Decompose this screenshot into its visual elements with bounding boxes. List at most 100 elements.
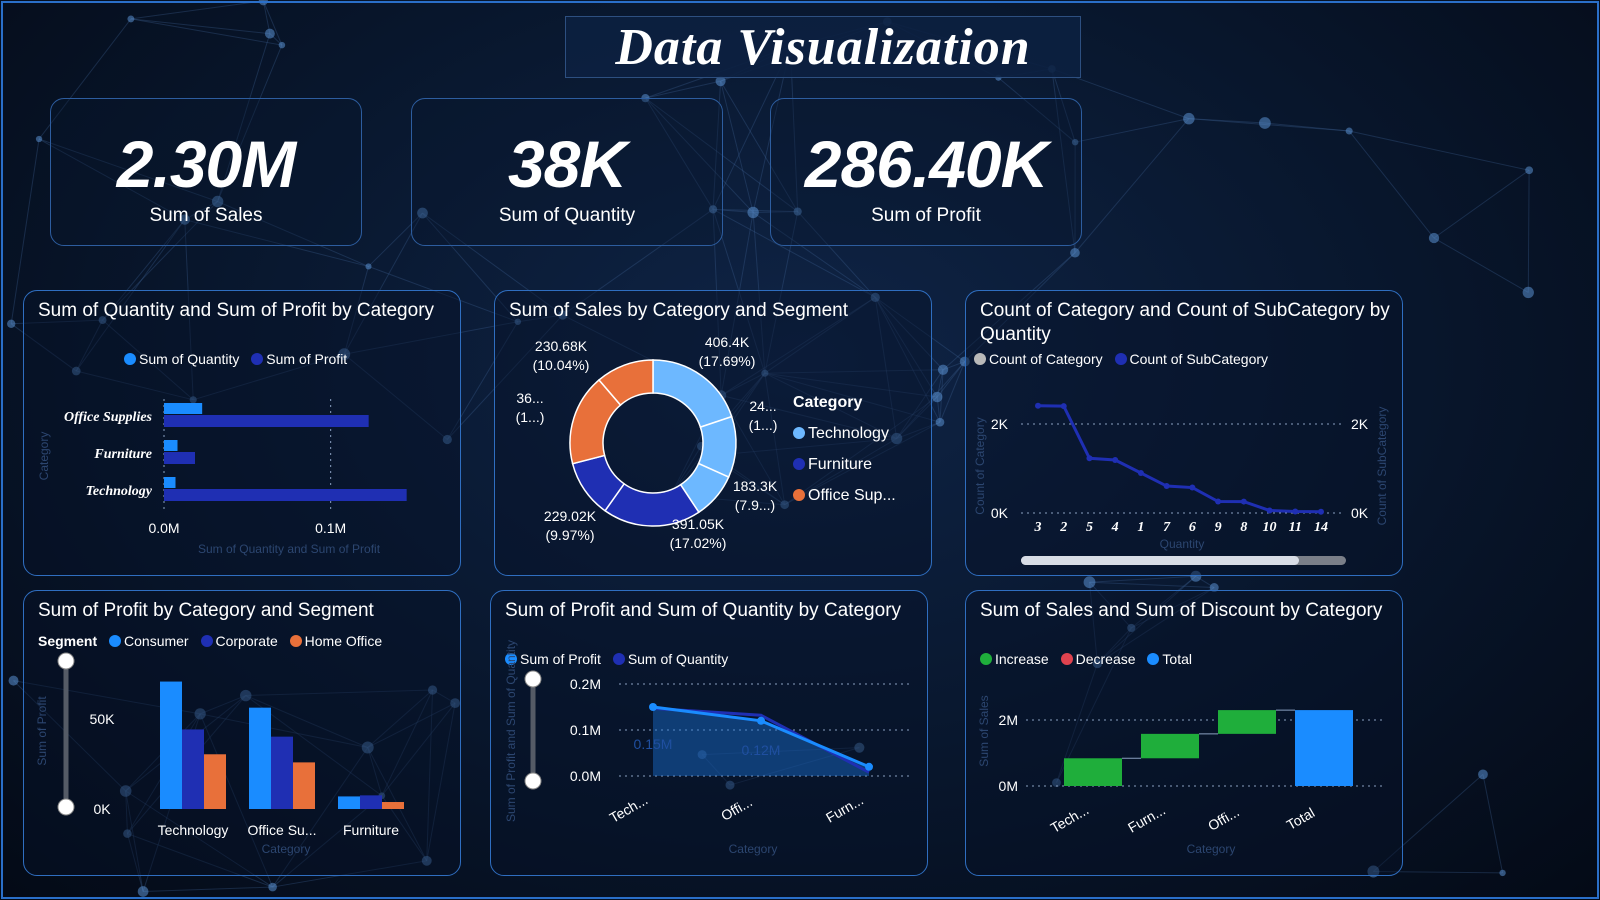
data-label: 0.15M: [634, 736, 673, 752]
network-node: [35, 135, 43, 143]
data-point: [1060, 403, 1067, 410]
x-tick-label: 14: [1314, 520, 1328, 535]
data-point: [1240, 498, 1247, 505]
network-node: [937, 364, 949, 375]
slice-value-label: 230.68K: [535, 338, 588, 354]
x-tick-label: 8: [1240, 520, 1247, 535]
network-line: [130, 0, 264, 20]
profit-point: [649, 703, 657, 711]
x-tick-label: Office Su...: [248, 822, 317, 838]
network-node: [1083, 576, 1096, 589]
x-tick-label: 5: [1086, 520, 1093, 535]
home-office-bar: [382, 802, 404, 809]
profit-column-chart: 50K 0K Sum of Profit Technology Office Su...…: [35, 652, 404, 856]
network-line: [1089, 581, 1215, 589]
network-line: [720, 81, 754, 213]
sales-by-category-segment-panel[interactable]: Sum of Sales by Category and Segment Cat…: [494, 290, 932, 576]
network-node: [268, 882, 277, 892]
slice-percent-label: (9.97%): [545, 527, 594, 543]
x-axis-title: Sum of Quantity and Sum of Profit: [198, 542, 381, 556]
data-point: [1266, 507, 1273, 514]
corporate-bar: [271, 736, 293, 809]
network-node: [1525, 166, 1534, 175]
profit-bar: [164, 452, 195, 464]
network-line: [1188, 118, 1265, 124]
y-tick-label: 0K: [991, 505, 1009, 521]
x-tick-label: Offi...: [718, 793, 755, 823]
category-label: Furniture: [93, 447, 152, 462]
page-title: Data Visualization: [615, 18, 1031, 76]
kpi-card-quantity[interactable]: 38K Sum of Quantity: [411, 98, 723, 246]
qty-profit-by-category-panel[interactable]: Sum of Quantity and Sum of Profit by Cat…: [23, 290, 461, 576]
y-tick-label: 0.1M: [570, 722, 601, 738]
y-tick-label: 0.2M: [570, 676, 601, 692]
network-line: [645, 80, 721, 99]
slider-handle-bottom: [524, 772, 542, 790]
data-point: [1163, 483, 1170, 490]
network-node: [278, 41, 286, 49]
y-axis-title: Sum of Sales: [977, 695, 991, 766]
corporate-bar: [360, 795, 382, 809]
x-axis-title: Quantity: [1160, 537, 1205, 551]
x-tick-label: 2: [1059, 520, 1067, 535]
network-line: [130, 18, 283, 46]
network-node: [1428, 232, 1440, 244]
category-label: Technology: [86, 484, 153, 499]
network-line: [1089, 575, 1196, 583]
slice-percent-label: (1...): [516, 409, 545, 425]
network-line: [1433, 169, 1530, 239]
profit-point: [865, 762, 873, 771]
slice-value-label: 406.4K: [705, 334, 750, 350]
network-line: [1482, 774, 1504, 873]
total-bar: [1295, 710, 1353, 786]
count-by-quantity-panel[interactable]: Count of Category and Count of SubCatego…: [965, 290, 1403, 576]
consumer-bar: [338, 796, 360, 809]
x-axis-title: Category: [262, 842, 311, 856]
data-point: [1112, 457, 1119, 464]
profit-by-segment-panel[interactable]: Sum of Profit by Category and Segment Se…: [23, 590, 461, 876]
kpi-card-sales[interactable]: 2.30M Sum of Sales: [50, 98, 362, 246]
slice-value-label: 229.02K: [544, 508, 597, 524]
network-node: [1183, 112, 1195, 125]
network-node: [1478, 769, 1488, 780]
profit-qty-area-chart: 0.2M 0.1M 0.0M Sum of Profit and Sum of Qua…: [504, 640, 909, 856]
x-tick-label: Tech...: [607, 791, 651, 825]
qty-profit-bar-chart: 0.0M 0.1M Sum of Quantity and Sum of Profi…: [37, 399, 407, 556]
x-tick-label: Technology: [158, 822, 229, 838]
series-line: [1037, 404, 1322, 514]
consumer-bar: [160, 681, 182, 809]
slider-handle-top: [57, 652, 75, 670]
y-tick-label: 0.0M: [570, 768, 601, 784]
increase-bar: [1141, 733, 1199, 759]
kpi-value: 2.30M: [116, 127, 296, 201]
donut-slice: [652, 359, 733, 429]
x-tick-label: 9: [1215, 520, 1222, 535]
x-tick-label: Total: [1284, 804, 1318, 833]
kpi-card-profit[interactable]: 286.40K Sum of Profit: [770, 98, 1082, 246]
profit-point: [757, 716, 765, 725]
network-node: [8, 675, 19, 686]
slice-percent-label: (1...): [749, 417, 778, 433]
x-tick-label: Offi...: [1205, 803, 1242, 833]
x-tick-label: 7: [1163, 520, 1171, 535]
sales-discount-waterfall-panel[interactable]: Sum of Sales and Sum of Discount by Cate…: [965, 590, 1403, 876]
waterfall-chart: 2M 0M Sum of Sales Tech... Furn... Offi... Tot…: [977, 695, 1384, 856]
network-node: [127, 15, 135, 23]
network-line: [262, 0, 271, 34]
data-point: [1292, 508, 1299, 515]
network-line: [262, 0, 283, 46]
x-tick-label: 4: [1111, 520, 1119, 535]
data-label: 0.12M: [742, 742, 781, 758]
sales-donut-chart: 406.4K (17.69%) 24... (1...) 183.3K (7.9...) 3…: [516, 334, 778, 551]
profit-qty-area-panel[interactable]: Sum of Profit and Sum of Quantity by Cat…: [490, 590, 928, 876]
network-node: [1259, 117, 1271, 129]
y2-tick-label: 0K: [1351, 505, 1369, 521]
quantity-bar: [164, 403, 203, 414]
network-node: [747, 206, 759, 219]
data-point: [1215, 498, 1222, 505]
network-node: [1070, 247, 1080, 258]
increase-bar: [1064, 758, 1122, 786]
network-node: [935, 417, 945, 427]
home-office-bar: [204, 754, 226, 809]
x-tick-label: Furniture: [343, 822, 399, 838]
